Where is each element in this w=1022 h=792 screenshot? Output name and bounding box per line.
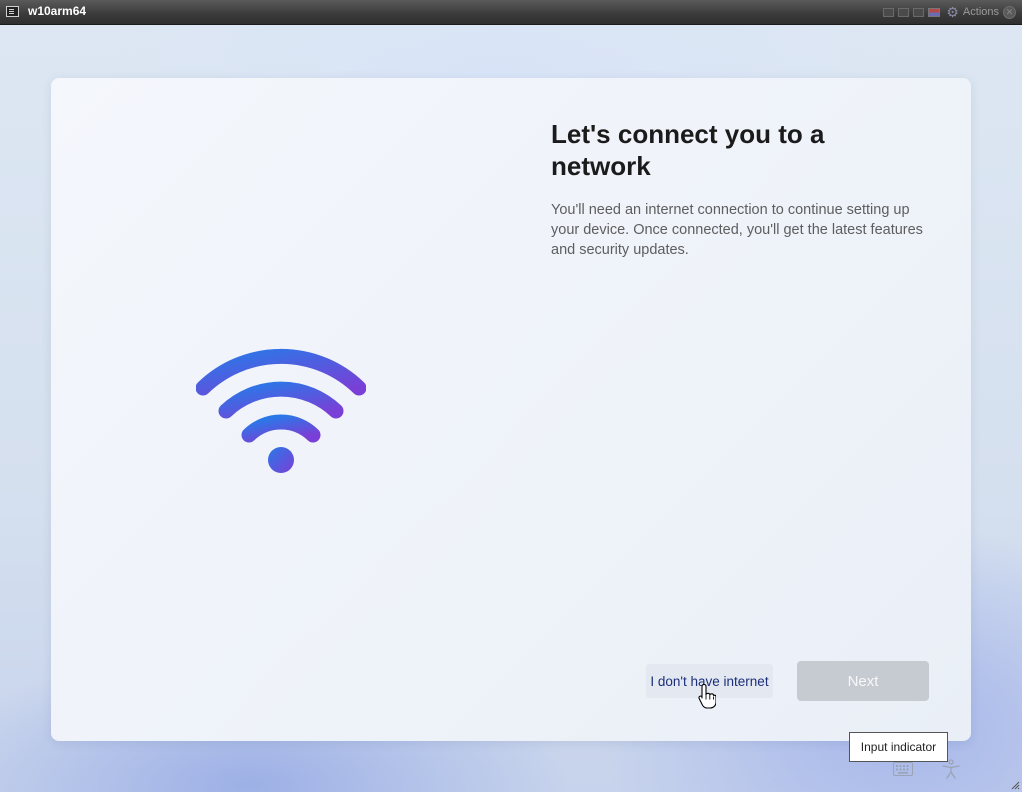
- accessibility-icon[interactable]: [940, 758, 962, 780]
- page-title: Let's connect you to a network: [551, 119, 825, 181]
- close-icon[interactable]: ✕: [1003, 5, 1016, 19]
- window-icon[interactable]: [898, 7, 910, 17]
- window-icon[interactable]: [913, 7, 925, 17]
- vm-title: w10arm64: [28, 4, 87, 18]
- terminal-icon: [6, 6, 19, 17]
- vm-title-bar: w10arm64 ⚙ Actions ✕: [0, 0, 1022, 25]
- flag-icon[interactable]: [928, 7, 941, 17]
- next-button[interactable]: Next: [797, 661, 929, 701]
- vm-controls: ⚙ Actions ✕: [883, 4, 1016, 20]
- tooltip: Input indicator: [849, 732, 948, 762]
- window-icon[interactable]: [883, 7, 895, 17]
- gear-icon[interactable]: ⚙: [946, 5, 959, 19]
- page-description: You'll need an internet connection to co…: [551, 202, 923, 258]
- keyboard-icon[interactable]: [893, 762, 913, 776]
- setup-card: Let's connect you to a network You'll ne…: [51, 78, 971, 741]
- wifi-icon: [196, 348, 366, 473]
- actions-menu[interactable]: Actions: [963, 6, 999, 18]
- resize-grip-icon[interactable]: [1010, 780, 1020, 790]
- hand-cursor-icon: [698, 683, 716, 709]
